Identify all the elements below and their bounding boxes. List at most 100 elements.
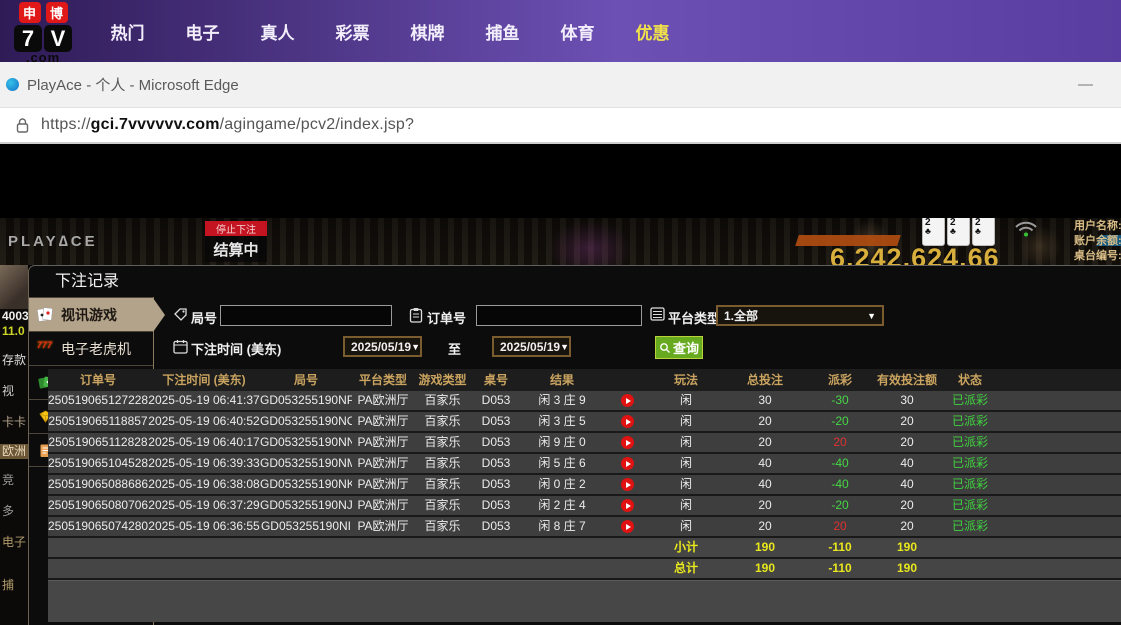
sidebar-item-slot-machines[interactable]: 777 电子老虎机	[29, 331, 153, 365]
logo-tile-v: V	[44, 25, 72, 52]
cell-total-bet: 40	[721, 475, 809, 494]
cell-result: 闲 2 庄 4	[521, 496, 603, 515]
chevron-down-icon: ▼	[560, 342, 569, 352]
to-label: 至	[448, 339, 461, 358]
cell-time: 2025-05-19 06:39:33	[148, 454, 260, 473]
sidebar-item-video-games[interactable]: 视讯游戏	[29, 297, 153, 331]
table-row: 250519065127228 2025-05-19 06:41:37 GD05…	[48, 391, 1121, 412]
site-nav-menu: 热门 电子 真人 彩票 棋牌 捕鱼 体育 优惠	[90, 0, 690, 62]
date-from-select[interactable]: 2025/05/19▼	[343, 336, 422, 357]
cell-result: 闲 9 庄 0	[521, 433, 603, 452]
nav-item-fishing[interactable]: 捕鱼	[465, 19, 540, 44]
logo-tile-7: 7	[14, 25, 42, 52]
window-title: PlayAce - 个人 - Microsoft Edge	[27, 74, 239, 95]
cell-game: 百家乐	[414, 433, 471, 452]
nav-item-hot[interactable]: 热门	[90, 19, 165, 44]
subtotal-row: 小计 190 -110 190	[48, 538, 1121, 559]
cell-order: 250519065088686	[48, 475, 148, 494]
cell-round: GD053255190NM	[260, 454, 352, 473]
frag-europe: 欧洲	[0, 444, 28, 459]
dealt-cards: 2♣ 2♣ 2♣	[922, 218, 997, 246]
nav-item-promo[interactable]: 优惠	[615, 19, 690, 44]
frag-video: 视	[0, 384, 28, 399]
cell-table-no: D053	[471, 433, 521, 452]
replay-play-icon[interactable]	[621, 436, 634, 449]
nav-item-board[interactable]: 棋牌	[390, 19, 465, 44]
nav-item-live[interactable]: 真人	[240, 19, 315, 44]
cell-total-bet: 40	[721, 454, 809, 473]
query-button[interactable]: 查询	[655, 336, 703, 359]
jackpot-amount: 6,242,624.66	[830, 243, 1000, 265]
cell-play: 闲	[651, 475, 721, 494]
platform-select[interactable]: 1.全部▼	[716, 305, 884, 326]
replay-play-icon[interactable]	[621, 457, 634, 470]
cell-payout: -40	[809, 454, 871, 473]
table-footer-empty	[48, 580, 1121, 622]
url-scheme: https://	[41, 116, 91, 133]
cell-time: 2025-05-19 06:41:37	[148, 391, 260, 410]
settling-status: 结算中	[205, 236, 267, 262]
cell-order: 250519065112828	[48, 433, 148, 452]
site-logo[interactable]: 申 博 7 V .com	[8, 2, 78, 65]
platform-label: 平台类型	[668, 308, 720, 327]
betting-records-panel: 下注记录 视讯游戏 777 电子老虎机 桌面游戏	[28, 265, 1121, 625]
wifi-icon	[1014, 220, 1038, 238]
frag-balance-2: 11.0	[0, 324, 28, 339]
date-to-select[interactable]: 2025/05/19▼	[492, 336, 571, 357]
cell-round: GD053255190NP	[260, 391, 352, 410]
cell-valid-bet: 40	[871, 454, 943, 473]
cell-status: 已派彩	[943, 391, 997, 410]
cell-play: 闲	[651, 517, 721, 536]
cell-time: 2025-05-19 06:40:17	[148, 433, 260, 452]
cell-round: GD053255190NJ	[260, 496, 352, 515]
replay-play-icon[interactable]	[621, 499, 634, 512]
panel-title: 下注记录	[29, 266, 1121, 297]
order-input[interactable]	[476, 305, 642, 326]
cell-time: 2025-05-19 06:40:52	[148, 412, 260, 431]
minimize-button[interactable]: —	[1078, 76, 1093, 93]
cell-order: 250519065104528	[48, 454, 148, 473]
cell-valid-bet: 30	[871, 391, 943, 410]
cell-payout: -20	[809, 496, 871, 515]
cell-valid-bet: 20	[871, 433, 943, 452]
playace-brand: PLAY∆CE	[8, 233, 98, 250]
cell-result: 闲 0 庄 2	[521, 475, 603, 494]
replay-play-icon[interactable]	[621, 394, 634, 407]
cell-round: GD053255190NI	[260, 517, 352, 536]
clipboard-icon	[409, 307, 423, 323]
cell-payout: -40	[809, 475, 871, 494]
cell-total-bet: 20	[721, 433, 809, 452]
cell-total-bet: 20	[721, 517, 809, 536]
cell-payout: -20	[809, 412, 871, 431]
cell-result: 闲 8 庄 7	[521, 517, 603, 536]
card-3: 2♣	[972, 218, 995, 246]
user-info-block: 用户名称:4 账户余额:1 桌台编号:5	[1074, 219, 1121, 264]
edge-icon	[6, 78, 19, 91]
url-domain: gci.7vvvvvv.com	[91, 116, 220, 133]
tag-icon	[173, 307, 188, 322]
browser-url-bar[interactable]: https://gci.7vvvvvv.com/agingame/pcv2/in…	[0, 108, 1121, 144]
replay-play-icon[interactable]	[621, 415, 634, 428]
table-row: 250519065118857 2025-05-19 06:40:52 GD05…	[48, 412, 1121, 433]
total-valid: 190	[871, 559, 943, 578]
cell-status: 已派彩	[943, 454, 997, 473]
replay-play-icon[interactable]	[621, 520, 634, 533]
cell-play: 闲	[651, 391, 721, 410]
replay-play-icon[interactable]	[621, 478, 634, 491]
nav-item-slots[interactable]: 电子	[165, 19, 240, 44]
round-input[interactable]	[220, 305, 392, 326]
nav-item-lottery[interactable]: 彩票	[315, 19, 390, 44]
nav-item-sports[interactable]: 体育	[540, 19, 615, 44]
cell-round: GD053255190NO	[260, 412, 352, 431]
cell-valid-bet: 20	[871, 517, 943, 536]
chevron-down-icon: ▼	[411, 342, 420, 352]
cell-status: 已派彩	[943, 517, 997, 536]
cell-time: 2025-05-19 06:36:55	[148, 517, 260, 536]
platform-list-icon	[650, 307, 665, 321]
cell-total-bet: 20	[721, 412, 809, 431]
subtotal-label: 小计	[651, 538, 721, 557]
cell-order: 250519065074280	[48, 517, 148, 536]
frag-kaka: 卡卡	[0, 415, 28, 430]
url-text[interactable]: https://gci.7vvvvvv.com/agingame/pcv2/in…	[41, 116, 414, 134]
frag-balance-1: 4003	[0, 309, 28, 324]
